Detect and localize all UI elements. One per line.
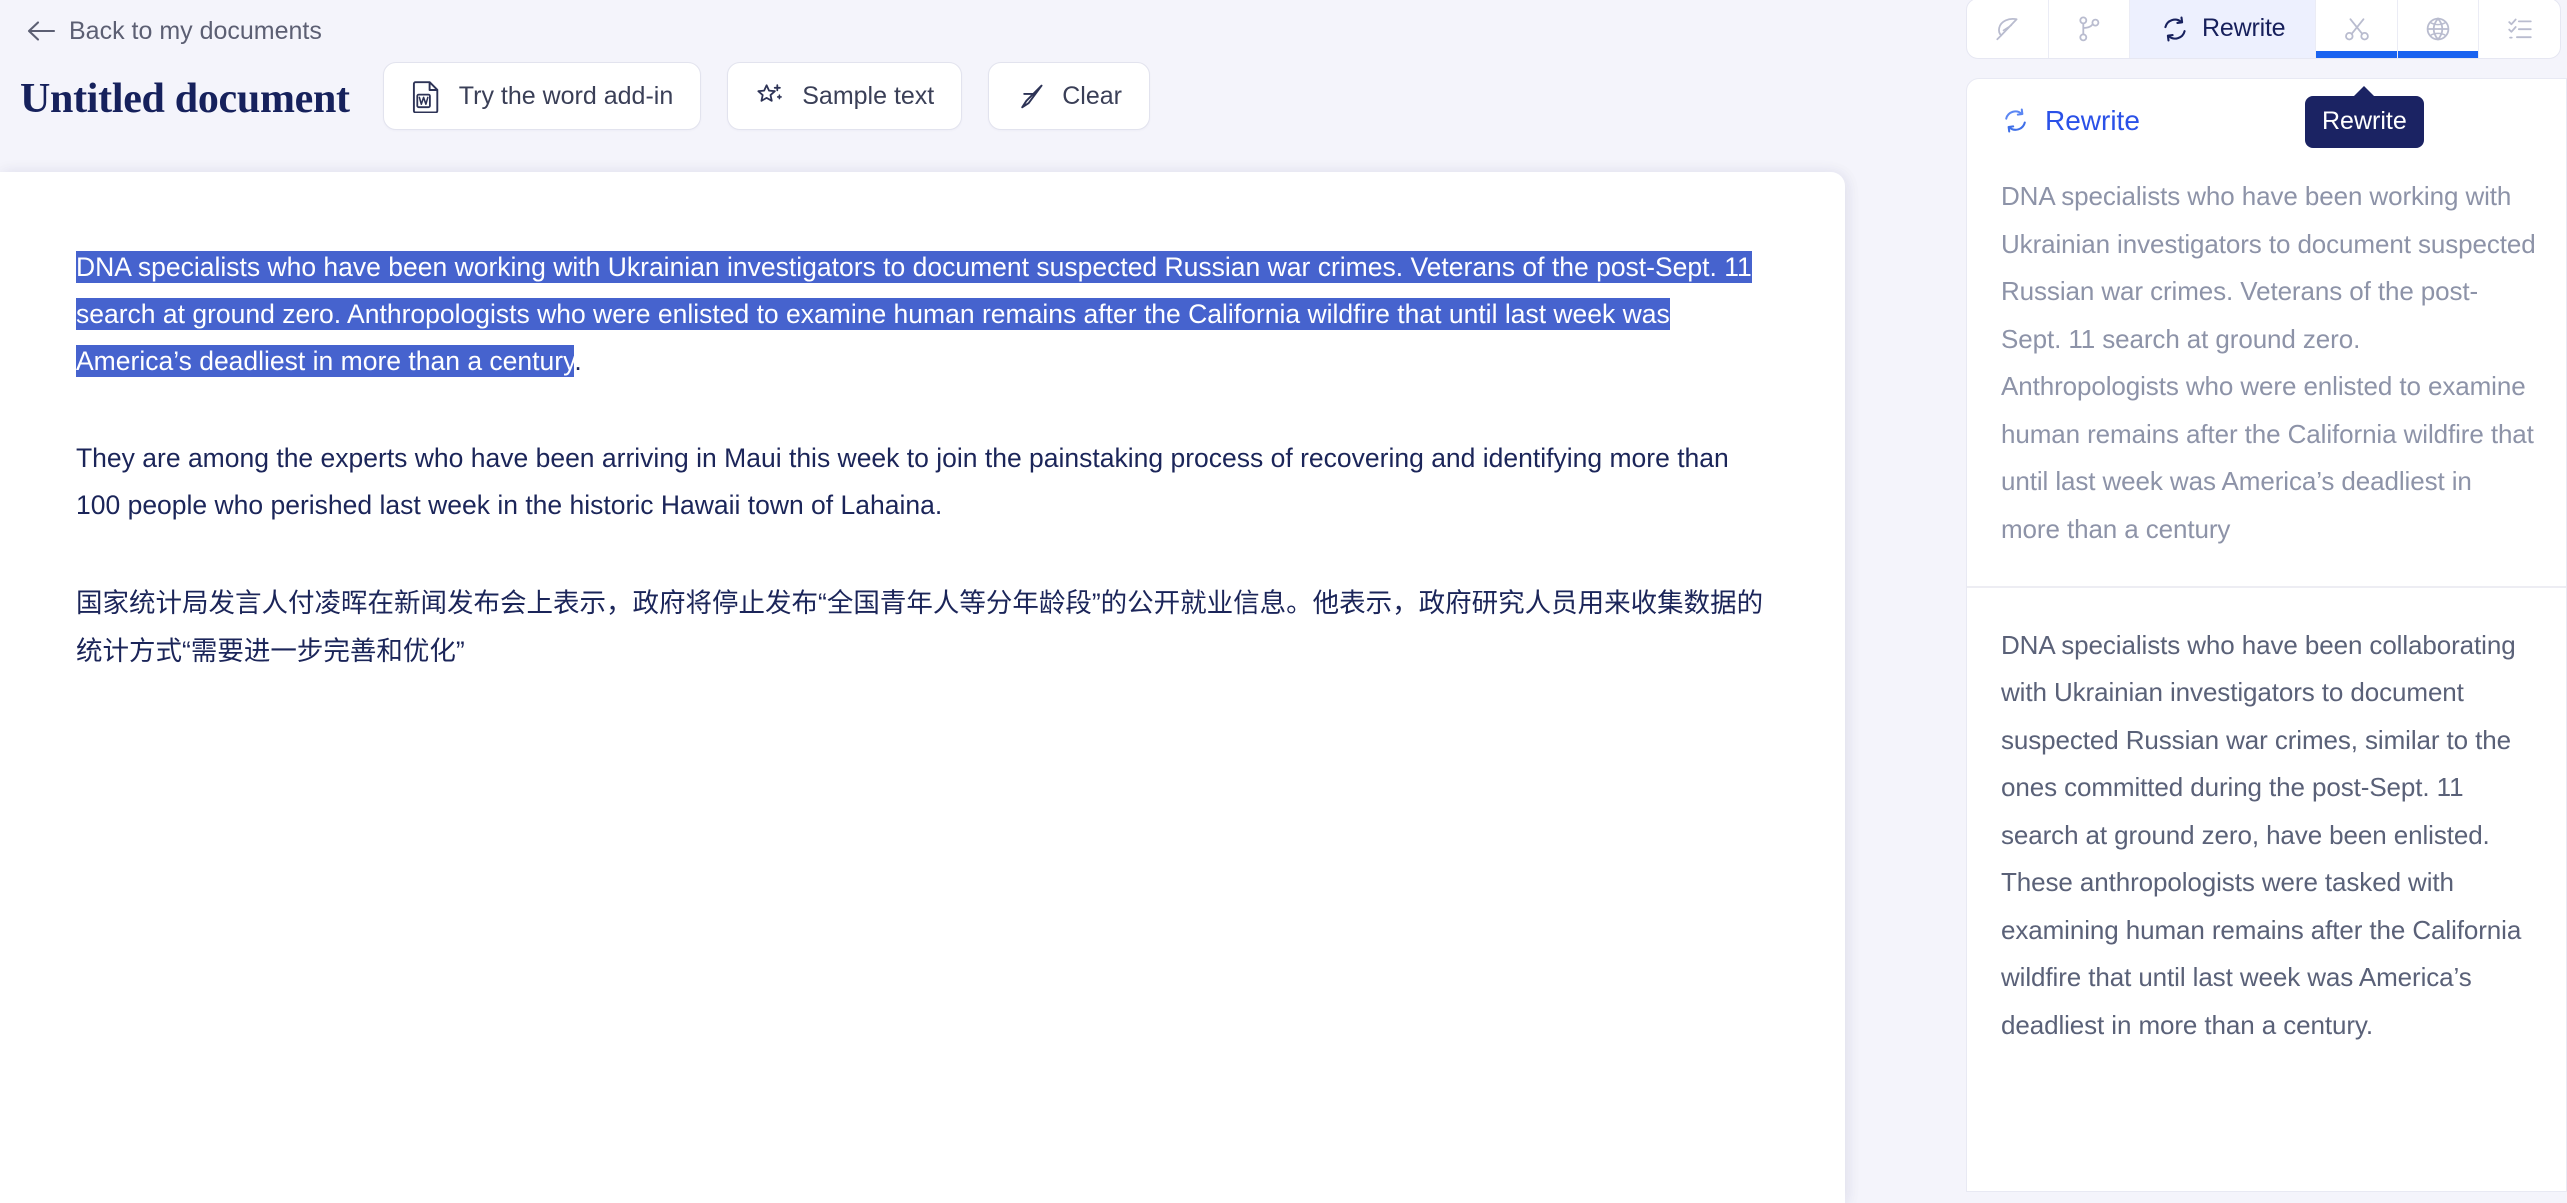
tab-flow[interactable]	[2049, 0, 2131, 58]
try-word-addin-button[interactable]: Try the word add-in	[382, 62, 702, 130]
back-to-documents-label: Back to my documents	[69, 16, 322, 45]
word-document-icon	[411, 80, 442, 113]
document-paragraph-3-chinese[interactable]: 国家统计局发言人付凌晖在新闻发布会上表示，政府将停止发布“全国青年人等分年龄段”…	[76, 579, 1767, 675]
tab-rewrite-label: Rewrite	[2202, 14, 2286, 42]
sample-text-label: Sample text	[802, 81, 935, 110]
rewrite-results-card: Rewrite DNA specialists who have been wo…	[1966, 78, 2567, 1192]
checklist-icon	[2505, 14, 2535, 44]
tab-shorten[interactable]	[2316, 0, 2398, 58]
document-paper[interactable]: DNA specialists who have been working wi…	[0, 172, 1845, 1203]
sample-text-button[interactable]: Sample text	[727, 62, 963, 130]
globe-icon	[2423, 14, 2453, 44]
results-fade-overlay	[1967, 1105, 2566, 1191]
clear-label: Clear	[1062, 81, 1122, 110]
tab-rewrite[interactable]: Rewrite	[2130, 0, 2317, 58]
scissors-icon	[2342, 14, 2372, 44]
results-divider	[1967, 586, 2566, 588]
sparkle-star-icon	[755, 81, 785, 111]
tab-shorten-underline	[2316, 51, 2397, 58]
editor-topbar: Back to my documents Untitled document T…	[0, 0, 1960, 172]
magic-wand-icon	[1016, 82, 1045, 111]
rewrite-result-suggestion-1[interactable]: DNA specialists who have been collaborat…	[1967, 622, 2566, 1050]
assistant-panel: Rewrite Rewrite Rewrite DNA specialists …	[1960, 0, 2567, 1203]
git-branch-icon	[2074, 14, 2104, 44]
arrow-left-icon	[26, 18, 56, 44]
rewrite-results-list: DNA specialists who have been working wi…	[1967, 135, 2566, 1049]
tab-checklist[interactable]	[2479, 0, 2560, 58]
tab-translate-underline	[2397, 51, 2479, 58]
clear-button[interactable]: Clear	[988, 62, 1150, 130]
document-paragraph-1[interactable]: DNA specialists who have been working wi…	[76, 244, 1767, 385]
tab-paraphrase[interactable]	[1967, 0, 2049, 58]
document-editor-area[interactable]: DNA specialists who have been working wi…	[0, 172, 1845, 675]
editor-tool-buttons: Try the word add-in Sample text Clear	[382, 62, 1150, 130]
rewrite-tooltip: Rewrite	[2305, 86, 2424, 148]
page-title[interactable]: Untitled document	[20, 78, 350, 120]
back-to-documents-link[interactable]: Back to my documents	[22, 12, 326, 50]
selected-text-highlight[interactable]: DNA specialists who have been working wi…	[76, 251, 1752, 377]
editor-pane: Back to my documents Untitled document T…	[0, 0, 1960, 1203]
rewrite-result-original[interactable]: DNA specialists who have been working wi…	[1967, 173, 2566, 553]
try-word-addin-label: Try the word add-in	[458, 81, 674, 110]
rewrite-tooltip-label: Rewrite	[2322, 107, 2407, 135]
tab-translate[interactable]	[2397, 0, 2480, 58]
rewrite-panel-header-label: Rewrite	[2045, 104, 2140, 136]
document-paragraph-2[interactable]: They are among the experts who have been…	[76, 435, 1767, 529]
rewrite-panel-header: Rewrite	[1967, 79, 2566, 135]
feather-quill-icon	[1992, 14, 2022, 44]
panel-bottom-strip	[1960, 1192, 2567, 1203]
paragraph-1-trailing-text: .	[574, 346, 582, 376]
app-root: Back to my documents Untitled document T…	[0, 0, 2567, 1203]
refresh-rewrite-icon	[2160, 14, 2190, 44]
assistant-tab-bar: Rewrite	[1966, 0, 2561, 59]
refresh-rewrite-icon	[2001, 106, 2030, 135]
